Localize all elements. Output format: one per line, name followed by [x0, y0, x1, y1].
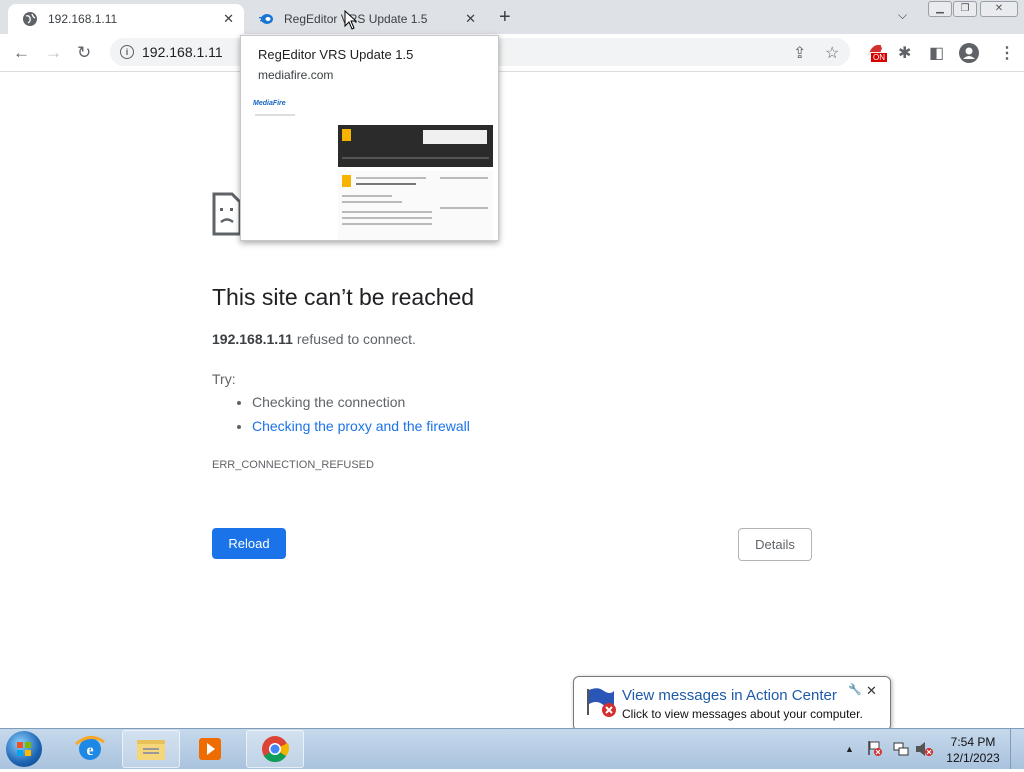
wrench-icon[interactable]: 🔧 — [848, 683, 862, 696]
error-host: 192.168.1.11 — [212, 331, 293, 347]
thumbnail-line — [342, 201, 402, 203]
thumbnail-line — [440, 207, 488, 209]
media-player-icon — [199, 738, 221, 760]
file-icon — [342, 129, 351, 141]
close-tab-icon[interactable]: ✕ — [465, 11, 476, 27]
hover-card-domain: mediafire.com — [258, 68, 334, 82]
clock-time: 7:54 PM — [950, 735, 996, 749]
tab-preview-thumbnail: MediaFire — [241, 94, 498, 240]
internet-explorer-icon: e — [75, 736, 105, 760]
thumbnail-line — [342, 195, 392, 197]
share-icon[interactable]: ⇪ — [793, 43, 806, 63]
file-icon — [342, 175, 351, 187]
action-center-tray-icon[interactable] — [866, 739, 884, 757]
action-center-balloon[interactable]: View messages in Action Center Click to … — [573, 676, 891, 731]
svg-text:e: e — [86, 742, 93, 759]
reload-button[interactable]: Reload — [212, 528, 286, 559]
suggestion-item: Checking the proxy and the firewall — [252, 418, 470, 442]
windows-logo-icon — [17, 742, 31, 756]
refused-message: 192.168.1.11 refused to connect. — [212, 331, 416, 347]
forward-arrow-icon[interactable]: → — [45, 43, 62, 63]
tab-active[interactable]: 192.168.1.11 ✕ — [8, 4, 244, 34]
tab-hover-card: RegEditor VRS Update 1.5 mediafire.com M… — [240, 35, 499, 241]
thumbnail-body — [338, 171, 493, 240]
side-panel-icon[interactable]: ◧ — [929, 43, 944, 63]
info-icon[interactable]: i — [120, 45, 134, 59]
hover-card-title: RegEditor VRS Update 1.5 — [258, 47, 414, 62]
system-clock[interactable]: 7:54 PM 12/1/2023 — [944, 734, 1002, 766]
thumbnail-line — [342, 223, 432, 225]
suggestion-list: Checking the connection Checking the pro… — [212, 394, 470, 442]
chevron-down-icon[interactable]: ⌵ — [898, 8, 907, 23]
url-text[interactable]: 192.168.1.11 — [142, 44, 223, 60]
thumbnail-download-button — [423, 130, 487, 144]
try-label: Try: — [212, 371, 236, 387]
restore-button[interactable]: ❐ — [953, 1, 977, 17]
chrome-taskbar-button[interactable] — [246, 730, 304, 768]
thumbnail-line — [342, 217, 432, 219]
thumbnail-line — [356, 177, 426, 179]
internet-explorer-taskbar-button[interactable]: e — [62, 730, 118, 766]
refused-text: refused to connect. — [292, 331, 416, 347]
mediafire-icon — [259, 14, 273, 24]
minimize-button[interactable]: ▁ — [928, 1, 952, 17]
show-hidden-icons-icon[interactable]: ▲ — [845, 744, 854, 754]
suggestion-item: Checking the connection — [252, 394, 470, 418]
reload-icon[interactable]: ↻ — [77, 43, 91, 63]
menu-kebab-icon[interactable]: ⋮ — [999, 43, 1015, 63]
clock-date: 12/1/2023 — [946, 751, 1000, 765]
balloon-title[interactable]: View messages in Action Center — [622, 687, 837, 704]
taskbar: e ▲ 7:54 PM 12/1/2023 — [0, 728, 1024, 769]
thumbnail-line — [342, 157, 489, 159]
thumbnail-line — [342, 211, 432, 213]
puzzle-extensions-icon[interactable]: ✱ — [898, 43, 911, 63]
chrome-icon — [262, 736, 289, 763]
tab-title: 192.168.1.11 — [48, 12, 118, 26]
error-title: This site can’t be reached — [212, 284, 475, 310]
mediafire-logo: MediaFire — [253, 100, 286, 107]
folder-icon — [137, 740, 165, 760]
file-explorer-taskbar-button[interactable] — [122, 730, 180, 768]
extension-icon[interactable]: ON — [866, 40, 888, 62]
tab-strip: 192.168.1.11 ✕ RegEditor VRS Update 1.5 … — [0, 0, 1024, 34]
thumbnail-download-bar — [338, 125, 493, 167]
thumbnail-line — [356, 183, 416, 185]
globe-icon — [23, 12, 37, 26]
balloon-text: Click to view messages about your comput… — [622, 707, 863, 721]
action-center-flag-icon — [587, 688, 616, 717]
new-tab-icon[interactable]: + — [499, 6, 511, 29]
proxy-firewall-link[interactable]: Checking the proxy and the firewall — [252, 418, 470, 434]
browser-toolbar: ← → ↻ i 192.168.1.11 ⇪ ☆ ON ✱ ◧ ⋮ — [0, 34, 1024, 72]
details-button[interactable]: Details — [738, 528, 812, 561]
close-tab-icon[interactable]: ✕ — [223, 11, 234, 27]
error-code: ERR_CONNECTION_REFUSED — [212, 459, 374, 471]
thumbnail-line — [440, 177, 488, 179]
tab-inactive[interactable]: RegEditor VRS Update 1.5 ✕ — [244, 4, 486, 34]
thumbnail-line — [255, 114, 295, 116]
bookmark-star-icon[interactable]: ☆ — [825, 43, 839, 63]
extension-badge: ON — [871, 53, 887, 62]
suggestion-connection: Checking the connection — [252, 394, 406, 410]
network-icon[interactable] — [892, 740, 910, 758]
volume-muted-icon[interactable] — [914, 740, 934, 758]
media-player-taskbar-button[interactable] — [182, 730, 238, 766]
back-arrow-icon[interactable]: ← — [13, 43, 30, 63]
sad-page-icon — [212, 192, 242, 236]
profile-avatar-icon[interactable] — [959, 43, 979, 63]
mouse-cursor-icon — [344, 10, 358, 30]
balloon-close-icon[interactable]: ✕ — [866, 683, 877, 699]
close-window-button[interactable]: ✕ — [980, 1, 1018, 17]
start-button[interactable] — [6, 731, 42, 767]
show-desktop-button[interactable] — [1010, 729, 1024, 769]
